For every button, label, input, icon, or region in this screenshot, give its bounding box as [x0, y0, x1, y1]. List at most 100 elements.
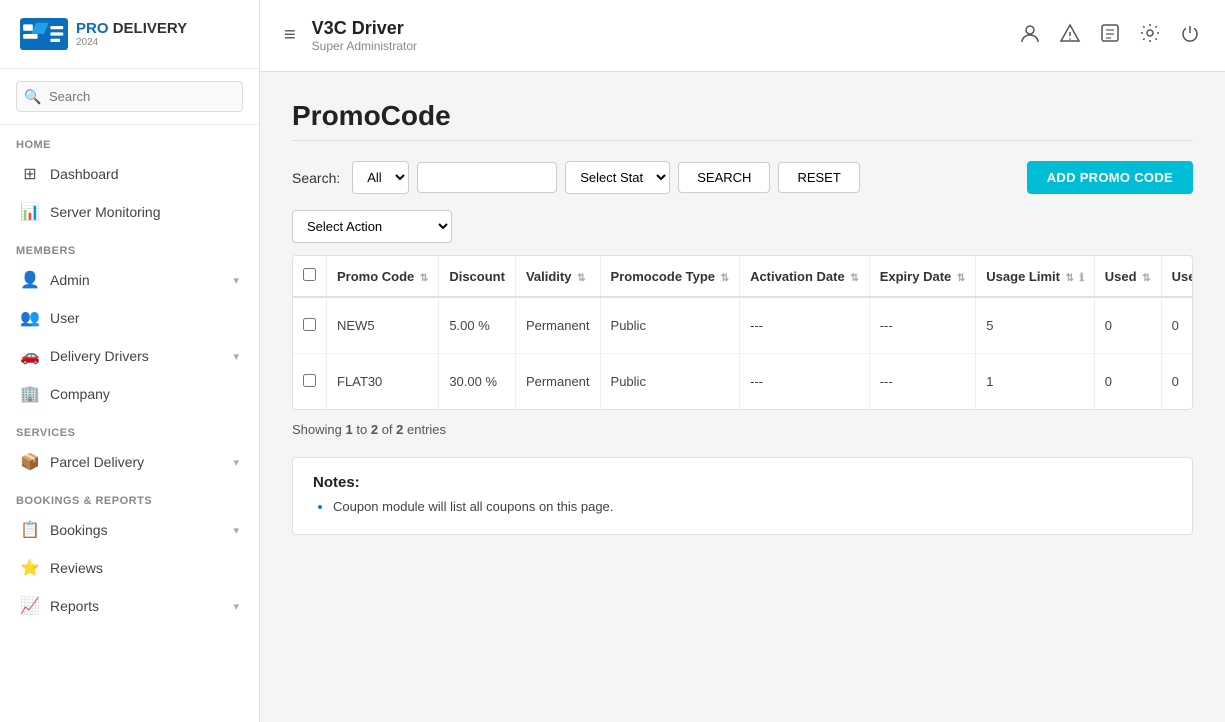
sidebar-logo: PRO DELIVERY 2024 [0, 0, 259, 69]
sidebar: PRO DELIVERY 2024 🔍 HOME ⊞ Dashboard 📊 S… [0, 0, 260, 722]
header-title-wrap: V3C Driver Super Administrator [312, 18, 1003, 53]
header-subtitle: Super Administrator [312, 39, 1003, 53]
sort-type-icon[interactable]: ⇅ [721, 273, 729, 284]
section-services-label: SERVICES [0, 413, 259, 443]
main: ≡ V3C Driver Super Administrator PromoC [260, 0, 1225, 722]
sidebar-search-input[interactable] [16, 81, 243, 112]
col-promo-code: Promo Code ⇅ [327, 256, 439, 297]
col-checkbox [293, 256, 327, 297]
showing-info: Showing 1 to 2 of 2 entries [292, 422, 1193, 437]
col-promocode-type: Promocode Type ⇅ [600, 256, 740, 297]
sort-promo-code-icon[interactable]: ⇅ [420, 273, 428, 284]
company-icon: 🏢 [20, 384, 40, 404]
logo-icon [20, 16, 68, 52]
sidebar-item-server-monitoring-label: Server Monitoring [50, 204, 161, 220]
sidebar-item-reviews[interactable]: ⭐ Reviews [0, 549, 259, 587]
sort-used-icon[interactable]: ⇅ [1142, 273, 1150, 284]
search-button[interactable]: SEARCH [678, 162, 770, 193]
section-home-label: HOME [0, 125, 259, 155]
user-profile-icon[interactable] [1019, 22, 1041, 50]
sidebar-item-company-label: Company [50, 386, 110, 402]
row1-used: 0 [1094, 297, 1161, 354]
sidebar-item-delivery-drivers[interactable]: 🚗 Delivery Drivers ▾ [0, 337, 259, 375]
sidebar-item-dashboard-label: Dashboard [50, 166, 119, 182]
chevron-down-icon-5: ▾ [233, 600, 239, 613]
select-all-checkbox[interactable] [303, 268, 316, 281]
parcel-delivery-icon: 📦 [20, 452, 40, 472]
table-header: Promo Code ⇅ Discount Validity ⇅ Promoco… [293, 256, 1193, 297]
sidebar-item-parcel-delivery[interactable]: 📦 Parcel Delivery ▾ [0, 443, 259, 481]
sidebar-item-admin-label: Admin [50, 272, 90, 288]
sort-activation-icon[interactable]: ⇅ [850, 273, 858, 284]
sidebar-item-reviews-label: Reviews [50, 560, 103, 576]
reset-button[interactable]: RESET [778, 162, 859, 193]
header: ≡ V3C Driver Super Administrator [260, 0, 1225, 72]
menu-icon[interactable]: ≡ [284, 24, 296, 47]
sidebar-item-dashboard[interactable]: ⊞ Dashboard [0, 155, 259, 193]
row2-type: Public [600, 354, 740, 410]
logo-text: PRO DELIVERY [76, 20, 187, 37]
chevron-down-icon: ▾ [233, 274, 239, 287]
chevron-down-icon-3: ▾ [233, 456, 239, 469]
action-row: Select Action [292, 210, 1193, 243]
col-discount: Discount [439, 256, 516, 297]
sidebar-item-company[interactable]: 🏢 Company [0, 375, 259, 413]
row2-used: 0 [1094, 354, 1161, 410]
sidebar-item-reports[interactable]: 📈 Reports ▾ [0, 587, 259, 625]
row2-checkbox[interactable] [303, 374, 316, 387]
sidebar-item-server-monitoring[interactable]: 📊 Server Monitoring [0, 193, 259, 231]
search-status-select[interactable]: Select Stat [565, 161, 670, 194]
select-action-dropdown[interactable]: Select Action [292, 210, 452, 243]
sidebar-item-delivery-drivers-label: Delivery Drivers [50, 348, 149, 364]
row2-validity: Permanent [515, 354, 600, 410]
search-type-select[interactable]: All [352, 161, 409, 194]
content: PromoCode Search: All Select Stat SEARCH… [260, 72, 1225, 722]
notes-item: Coupon module will list all coupons on t… [333, 499, 1172, 514]
row2-expiry-date: --- [869, 354, 976, 410]
usage-limit-help-icon: ℹ [1080, 272, 1084, 284]
table-body: NEW5 5.00 % Permanent Public --- --- 5 0… [293, 297, 1193, 409]
col-used-in-schedule: Used In Schedule Booking ℹ [1161, 256, 1193, 297]
sort-expiry-icon[interactable]: ⇅ [957, 273, 965, 284]
row1-type: Public [600, 297, 740, 354]
col-validity: Validity ⇅ [515, 256, 600, 297]
search-icon: 🔍 [24, 88, 41, 105]
header-actions [1019, 22, 1201, 50]
search-bar: Search: All Select Stat SEARCH RESET ADD… [292, 161, 1193, 194]
sidebar-item-admin[interactable]: 👤 Admin ▾ [0, 261, 259, 299]
sidebar-item-user[interactable]: 👥 User [0, 299, 259, 337]
row1-validity: Permanent [515, 297, 600, 354]
row2-discount: 30.00 % [439, 354, 516, 410]
sort-validity-icon[interactable]: ⇅ [577, 273, 585, 284]
row2-used-in-schedule: 0 [1161, 354, 1193, 410]
reports-icon: 📈 [20, 596, 40, 616]
row1-checkbox[interactable] [303, 318, 316, 331]
delivery-drivers-icon: 🚗 [20, 346, 40, 366]
chevron-down-icon-2: ▾ [233, 350, 239, 363]
row2-promo-code: FLAT30 [327, 354, 439, 410]
showing-from: 1 [346, 422, 353, 437]
row1-promo-code: NEW5 [327, 297, 439, 354]
sidebar-item-bookings-label: Bookings [50, 522, 108, 538]
row2-activation-date: --- [740, 354, 870, 410]
power-icon[interactable] [1179, 22, 1201, 50]
promo-code-table-wrap: Promo Code ⇅ Discount Validity ⇅ Promoco… [292, 255, 1193, 410]
row1-expiry-date: --- [869, 297, 976, 354]
promo-code-table: Promo Code ⇅ Discount Validity ⇅ Promoco… [293, 256, 1193, 409]
bookings-icon: 📋 [20, 520, 40, 540]
col-expiry-date: Expiry Date ⇅ [869, 256, 976, 297]
row1-discount: 5.00 % [439, 297, 516, 354]
row2-checkbox-cell [293, 354, 327, 410]
row2-usage-limit: 1 [976, 354, 1095, 410]
notes-icon[interactable] [1099, 22, 1121, 50]
page-title: PromoCode [292, 100, 1193, 132]
sidebar-item-bookings[interactable]: 📋 Bookings ▾ [0, 511, 259, 549]
alert-icon[interactable] [1059, 22, 1081, 50]
gear-icon[interactable] [1139, 22, 1161, 50]
col-activation-date: Activation Date ⇅ [740, 256, 870, 297]
col-used: Used ⇅ [1094, 256, 1161, 297]
user-icon: 👥 [20, 308, 40, 328]
sort-usage-icon[interactable]: ⇅ [1066, 273, 1074, 284]
search-text-input[interactable] [417, 162, 557, 193]
add-promo-code-button[interactable]: ADD PROMO CODE [1027, 161, 1193, 194]
